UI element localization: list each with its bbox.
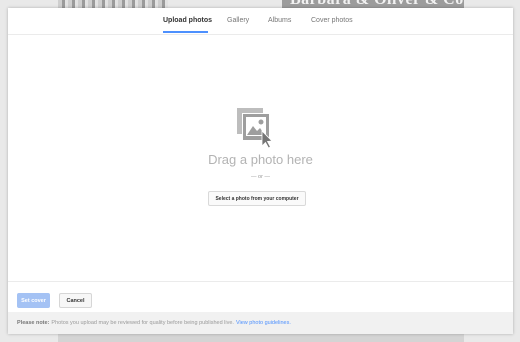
or-separator: — or — — [251, 174, 270, 180]
dialog-actions: Set cover Cancel — [8, 281, 513, 313]
photo-guidelines-link[interactable]: View photo guidelines. — [236, 320, 291, 326]
tab-upload-photos[interactable]: Upload photos — [163, 17, 212, 24]
select-photo-button[interactable]: Select a photo from your computer — [208, 191, 306, 206]
note-label: Please note: — [17, 320, 50, 326]
tab-cover-photos[interactable]: Cover photos — [311, 17, 353, 24]
background-brand-text: Barbara & Oliver & Co. — [290, 0, 464, 8]
tab-gallery[interactable]: Gallery — [227, 17, 249, 24]
drop-zone[interactable]: Drag a photo here — or — Select a photo … — [8, 35, 513, 281]
background-photo — [58, 0, 168, 8]
drag-instruction: Drag a photo here — [208, 152, 313, 167]
note-text: Photos you upload may be reviewed for qu… — [51, 320, 234, 326]
tab-albums[interactable]: Albums — [268, 17, 291, 24]
active-tab-indicator — [163, 31, 208, 33]
background-strip — [58, 334, 464, 342]
photo-picker-dialog: Upload photos Gallery Albums Cover photo… — [8, 8, 513, 334]
note-bar: Please note: Photos you upload may be re… — [8, 312, 513, 334]
cancel-button[interactable]: Cancel — [59, 293, 92, 308]
background-brand-banner: Barbara & Oliver & Co. — [282, 0, 464, 8]
set-cover-button[interactable]: Set cover — [17, 293, 50, 308]
tab-bar: Upload photos Gallery Albums Cover photo… — [8, 8, 513, 35]
photo-drag-icon — [237, 108, 273, 148]
